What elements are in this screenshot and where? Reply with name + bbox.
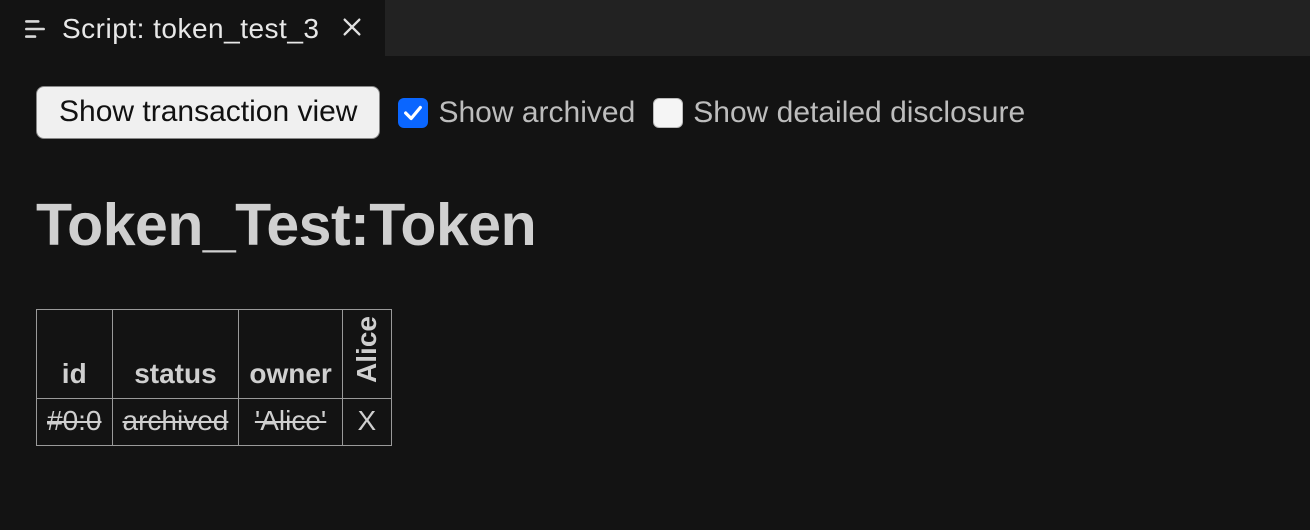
show-transaction-view-button[interactable]: Show transaction view	[36, 86, 380, 139]
show-detailed-disclosure-label: Show detailed disclosure	[693, 96, 1025, 130]
cell-party-alice: X	[342, 398, 391, 445]
page-title: Token_Test:Token	[36, 191, 1274, 259]
close-icon[interactable]	[333, 16, 371, 42]
contracts-table: id status owner Alice #0:0 archived 'Ali…	[36, 309, 392, 446]
show-detailed-disclosure-checkbox[interactable]: Show detailed disclosure	[653, 96, 1025, 130]
show-archived-label: Show archived	[438, 96, 635, 130]
tab-bar: Script: token_test_3	[0, 0, 1310, 56]
tab-title: Script: token_test_3	[62, 13, 319, 45]
col-status: status	[112, 310, 239, 399]
cell-status: archived	[112, 398, 239, 445]
col-owner: owner	[239, 310, 342, 399]
col-party-alice-label: Alice	[353, 316, 381, 383]
content-area: Show transaction view Show archived Show…	[0, 56, 1310, 530]
checkbox-unchecked-icon	[653, 98, 683, 128]
table-row: #0:0 archived 'Alice' X	[37, 398, 392, 445]
controls-row: Show transaction view Show archived Show…	[36, 86, 1274, 139]
active-tab[interactable]: Script: token_test_3	[0, 0, 385, 56]
checkbox-checked-icon	[398, 98, 428, 128]
show-archived-checkbox[interactable]: Show archived	[398, 96, 635, 130]
cell-id: #0:0	[37, 398, 113, 445]
cell-owner: 'Alice'	[239, 398, 342, 445]
script-icon	[22, 16, 48, 42]
tab-bar-empty	[385, 0, 1310, 56]
col-party-alice: Alice	[342, 310, 391, 399]
col-id: id	[37, 310, 113, 399]
table-header-row: id status owner Alice	[37, 310, 392, 399]
